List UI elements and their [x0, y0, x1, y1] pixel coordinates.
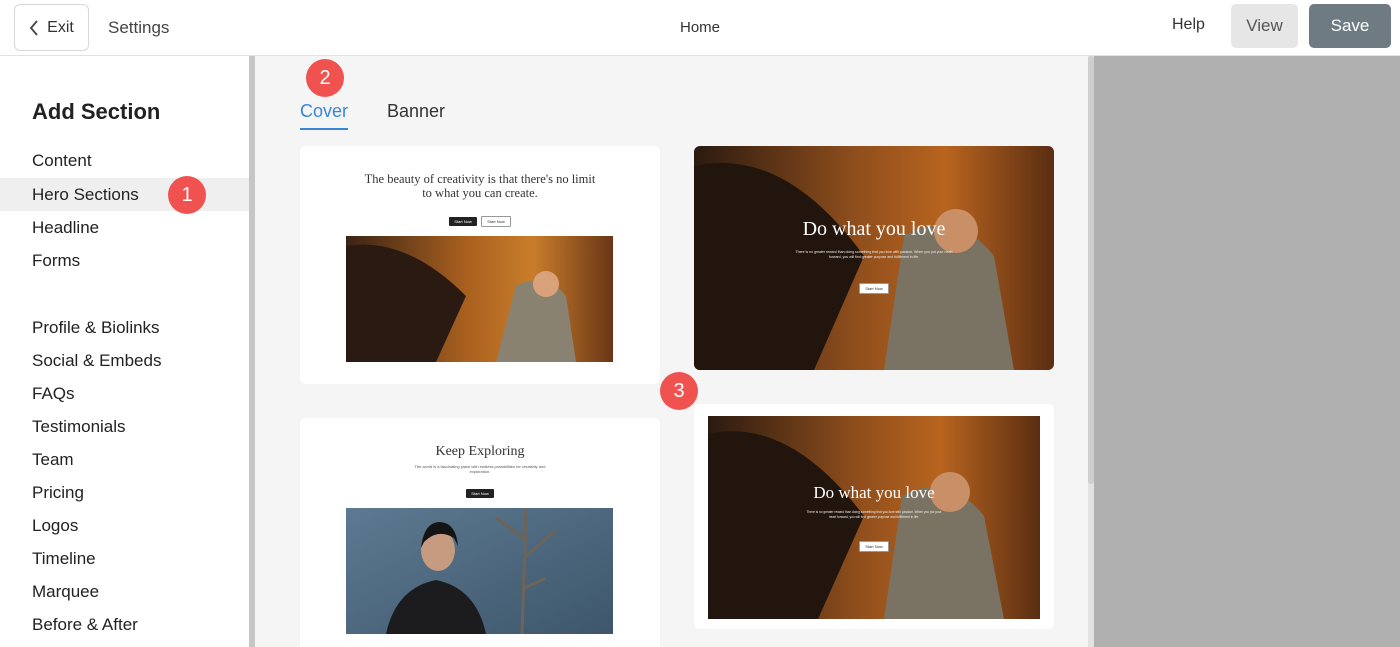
sidebar-item-label: Timeline — [32, 548, 96, 568]
template-secondary-button: Start Now — [481, 216, 511, 227]
add-section-sidebar: Add Section Content Hero Sections Headli… — [0, 56, 249, 647]
sidebar-item-label: Pricing — [32, 482, 84, 502]
sidebar-item-label: Content — [32, 150, 92, 170]
sidebar-item-label: Logos — [32, 515, 79, 535]
sidebar-item-label: Forms — [32, 250, 81, 270]
template-heading: Keep Exploring — [435, 444, 525, 459]
template-button: Start Now — [466, 489, 494, 498]
step-badge-2: 2 — [306, 59, 344, 97]
exit-label: Exit — [47, 18, 74, 36]
sidebar-item-label: Testimonials — [32, 416, 126, 436]
template-heading: Do what you love — [813, 483, 935, 502]
sidebar-item-label: Social & Embeds — [32, 350, 162, 370]
sidebar-item-label: Marquee — [32, 581, 100, 601]
cover-template-card-3[interactable]: Keep Exploring The world is a fascinatin… — [300, 418, 660, 647]
template-button-wrap: Start Now — [300, 482, 660, 500]
help-link[interactable]: Help — [1172, 16, 1205, 34]
tab-cover[interactable]: Cover — [300, 101, 349, 130]
template-body: There is no greater reward than doing so… — [806, 510, 942, 519]
save-button[interactable]: Save — [1309, 4, 1391, 48]
chevron-left-icon — [29, 19, 38, 36]
template-heading: Do what you love — [802, 218, 946, 240]
template-button: Start Now — [859, 283, 889, 294]
portrait-photo — [346, 508, 613, 634]
sidebar-item-hero-sections[interactable]: Hero Sections — [0, 178, 249, 211]
step-badge-3: 3 — [660, 372, 698, 410]
top-bar: Exit Settings Home Help View Save — [0, 0, 1400, 56]
page-preview-area — [1094, 56, 1400, 647]
sidebar-item-forms[interactable]: Forms — [0, 244, 249, 277]
tab-banner[interactable]: Banner — [387, 101, 445, 128]
sidebar-item-label: FAQs — [32, 383, 75, 403]
cover-template-card-1[interactable]: The beauty of creativity is that there's… — [300, 146, 660, 384]
template-button-wrap: Start Now — [694, 277, 1054, 295]
sidebar-item-label: Team — [32, 449, 74, 469]
page-title[interactable]: Home — [680, 19, 720, 36]
umbrella-photo — [346, 236, 613, 362]
sidebar-title: Add Section — [32, 99, 161, 124]
sidebar-item-pricing[interactable]: Pricing — [0, 476, 249, 509]
cover-template-card-2[interactable]: Do what you love There is no greater rew… — [694, 146, 1054, 370]
sidebar-item-social-embeds[interactable]: Social & Embeds — [0, 344, 249, 377]
sidebar-item-headline[interactable]: Headline — [0, 211, 249, 244]
settings-link[interactable]: Settings — [108, 18, 169, 38]
sidebar-item-content[interactable]: Content — [0, 144, 249, 177]
sidebar-item-label: Profile & Biolinks — [32, 317, 160, 337]
sidebar-item-faqs[interactable]: FAQs — [0, 377, 249, 410]
template-primary-button: Start Now — [449, 217, 477, 226]
cover-template-card-4[interactable]: Do what you love There is no greater rew… — [694, 404, 1054, 629]
sidebar-item-label: Hero Sections — [32, 184, 139, 204]
sidebar-item-before-after[interactable]: Before & After — [0, 608, 249, 641]
sidebar-item-timeline[interactable]: Timeline — [0, 542, 249, 575]
section-gallery: Cover Banner The beauty of creativity is… — [255, 56, 1088, 647]
template-button-wrap: Start Now — [694, 535, 1054, 553]
sidebar-item-marquee[interactable]: Marquee — [0, 575, 249, 608]
template-body: There is no greater reward than doing so… — [795, 250, 953, 259]
template-body: The world is a fascinating place with en… — [414, 464, 546, 474]
step-badge-1: 1 — [168, 176, 206, 214]
template-buttons: Start Now Start Now — [300, 210, 660, 228]
sidebar-item-label: Before & After — [32, 614, 138, 634]
sidebar-item-logos[interactable]: Logos — [0, 509, 249, 542]
sidebar-item-testimonials[interactable]: Testimonials — [0, 410, 249, 443]
view-button[interactable]: View — [1231, 4, 1298, 48]
template-button: Start Now — [859, 541, 889, 552]
template-heading: The beauty of creativity is that there's… — [364, 172, 596, 200]
sidebar-item-profile-biolinks[interactable]: Profile & Biolinks — [0, 311, 249, 344]
sidebar-item-label: Headline — [32, 217, 100, 237]
sidebar-item-team[interactable]: Team — [0, 443, 249, 476]
exit-button[interactable]: Exit — [14, 4, 89, 51]
